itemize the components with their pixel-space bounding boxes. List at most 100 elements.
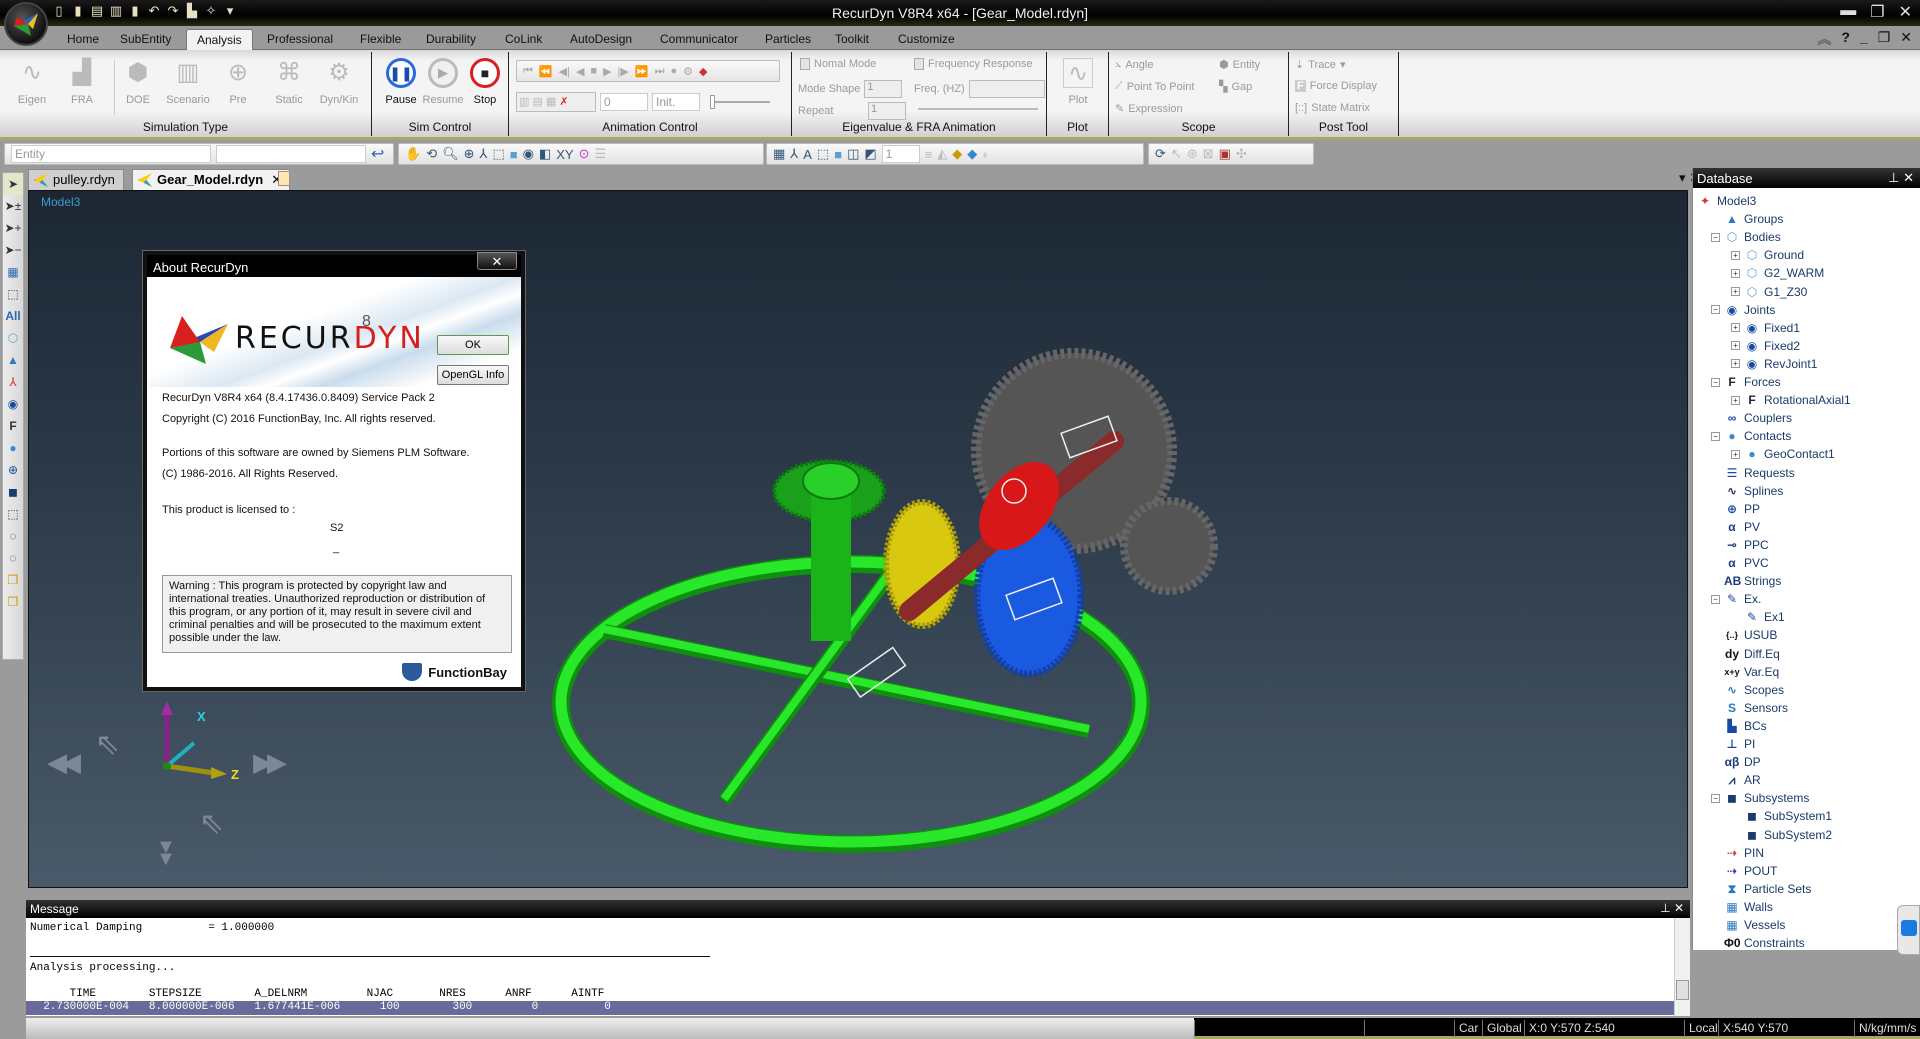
- tree-item[interactable]: ∿ Scopes: [1711, 681, 1784, 699]
- shaded-edges-icon[interactable]: ◫: [847, 146, 859, 162]
- circle-select-icon[interactable]: ◌: [3, 525, 23, 547]
- pan-icon[interactable]: ✋: [405, 146, 421, 162]
- tree-item[interactable]: − F Forces: [1711, 373, 1781, 391]
- grid-icon[interactable]: ▦: [773, 146, 785, 162]
- expand-icon[interactable]: +: [1731, 287, 1740, 296]
- settings-icon[interactable]: ✧: [204, 3, 218, 19]
- grid-select-icon[interactable]: ▦: [3, 261, 23, 283]
- all-filter-icon[interactable]: All: [3, 305, 23, 327]
- box-select-icon[interactable]: ⬚: [3, 283, 23, 305]
- tree-item[interactable]: − ⬡ Bodies: [1711, 228, 1781, 246]
- tree-item[interactable]: α PVC: [1711, 554, 1768, 572]
- trace-button[interactable]: ⇣ Trace ▾: [1295, 58, 1345, 72]
- tree-item[interactable]: + ◉ Fixed1: [1731, 319, 1800, 337]
- view-orient-icon[interactable]: ◧: [539, 146, 551, 162]
- frame-mode-input[interactable]: Init.: [652, 93, 700, 111]
- save-icon[interactable]: ▤: [90, 3, 104, 19]
- nav-up-left-icon[interactable]: ⇖: [95, 727, 120, 762]
- expand-icon[interactable]: +: [1731, 341, 1740, 351]
- layers-icon[interactable]: ❒: [3, 569, 23, 591]
- frame-tools[interactable]: ▥ ▤ ▦ ✗: [516, 92, 596, 112]
- tree-item[interactable]: − ● Contacts: [1711, 427, 1791, 445]
- contact-filter-icon[interactable]: ●: [3, 437, 23, 459]
- mdi-close-button[interactable]: ✕: [1900, 29, 1912, 49]
- scenario-button[interactable]: ▥ Scenario: [166, 58, 210, 106]
- rect-select-icon[interactable]: ⬚: [3, 503, 23, 525]
- tree-item[interactable]: ⊸ PPC: [1711, 536, 1769, 554]
- help-icon[interactable]: ?: [1841, 29, 1850, 49]
- tree-item[interactable]: − ◼ Subsystems: [1711, 789, 1809, 807]
- shaded-icon[interactable]: ■: [834, 147, 842, 162]
- view-box-icon[interactable]: ⬚: [492, 146, 504, 162]
- tab-autodesign[interactable]: AutoDesign: [560, 29, 642, 50]
- tree-item[interactable]: αβ DP: [1711, 753, 1761, 771]
- tree-item[interactable]: ✎ Ex1: [1731, 608, 1785, 626]
- freq-field[interactable]: Freq. (HZ): [914, 80, 1045, 98]
- tree-item[interactable]: Φ0 Constraints: [1711, 934, 1805, 952]
- collapse-icon[interactable]: −: [1711, 377, 1720, 387]
- last-frame-icon[interactable]: ⏭: [655, 65, 665, 78]
- tree-item[interactable]: ⊕ PP: [1711, 500, 1760, 518]
- message-scrollbar[interactable]: [1674, 918, 1690, 1016]
- tab-professional[interactable]: Professional: [257, 29, 343, 50]
- body-filter-icon[interactable]: ⬡: [3, 327, 23, 349]
- expression-button[interactable]: ✎ Expression: [1115, 102, 1183, 116]
- tree-item[interactable]: + ◉ RevJoint1: [1731, 355, 1817, 373]
- tree-item[interactable]: + ⬡ G1_Z30: [1731, 283, 1807, 301]
- rotate-icon[interactable]: ⟲: [426, 146, 437, 162]
- first-frame-icon[interactable]: ⏮: [523, 65, 533, 78]
- remote-support-widget[interactable]: [1897, 905, 1920, 955]
- tree-item[interactable]: {..} USUB: [1711, 626, 1777, 644]
- cube-icon[interactable]: ▣: [1219, 146, 1231, 162]
- stop-button[interactable]: ■ Stop: [463, 58, 507, 106]
- tree-item[interactable]: ▦ Walls: [1711, 898, 1773, 916]
- tree-item[interactable]: ⊥ PI: [1711, 735, 1756, 753]
- tab-communicator[interactable]: Communicator: [650, 29, 748, 50]
- mdi-minimize-button[interactable]: _: [1860, 29, 1868, 49]
- play-back-icon[interactable]: ◀: [576, 65, 584, 78]
- fit-icon[interactable]: ⊕: [464, 146, 475, 162]
- anim-settings-icon[interactable]: ⚙: [683, 65, 693, 78]
- tab-toolkit[interactable]: Toolkit: [825, 29, 879, 50]
- tree-item[interactable]: + ⬡ Ground: [1731, 246, 1804, 264]
- opengl-info-button[interactable]: OpenGL Info: [437, 365, 509, 385]
- pp-filter-icon[interactable]: ⊕: [3, 459, 23, 481]
- plot-button[interactable]: ∿ Plot: [1056, 58, 1100, 106]
- polygon-select-icon[interactable]: ◌: [3, 547, 23, 569]
- cone-icon[interactable]: ◭: [937, 146, 947, 162]
- expand-icon[interactable]: +: [1731, 359, 1740, 369]
- dialog-close-button[interactable]: ✕: [477, 252, 517, 270]
- apply-icon[interactable]: ↩: [371, 144, 384, 164]
- zoom-icon[interactable]: 🔍︎: [442, 146, 459, 162]
- play-icon[interactable]: ▶: [603, 65, 611, 78]
- tree-item[interactable]: ☰ Requests: [1711, 464, 1795, 482]
- select-plus-icon[interactable]: ➤+: [3, 217, 23, 239]
- refresh-icon[interactable]: ⟳: [1155, 146, 1166, 162]
- restore-button[interactable]: ❐: [1870, 2, 1884, 22]
- tree-item[interactable]: + ⬡ G2_WARM: [1731, 264, 1824, 282]
- marker-icon[interactable]: ⅄: [790, 146, 798, 162]
- tree-item[interactable]: + F RotationalAxial1: [1731, 391, 1851, 409]
- pause-button[interactable]: ❚❚ Pause: [379, 58, 423, 106]
- entity-name-input[interactable]: [216, 145, 366, 163]
- select-minus-icon[interactable]: ➤−: [3, 239, 23, 261]
- tree-item[interactable]: ◼ SubSystem2: [1731, 826, 1832, 844]
- entity-combo[interactable]: Entity: [11, 145, 211, 163]
- mdi-restore-button[interactable]: ❐: [1878, 29, 1891, 49]
- tree-item[interactable]: ◼ SubSystem1: [1731, 807, 1832, 825]
- list-icon[interactable]: ☰: [595, 146, 607, 162]
- frequency-response-check[interactable]: Frequency Response: [914, 58, 1033, 70]
- collapse-icon[interactable]: −: [1711, 305, 1720, 315]
- tab-durability[interactable]: Durability: [416, 29, 486, 50]
- resume-button[interactable]: ▶ Resume: [421, 58, 465, 106]
- collapse-icon[interactable]: −: [1711, 431, 1720, 441]
- anim-layers-icon[interactable]: ◆: [699, 65, 707, 78]
- step-forward-icon[interactable]: |▶: [618, 65, 629, 78]
- tree-item[interactable]: ⇢ POUT: [1711, 862, 1777, 880]
- mesh-icon[interactable]: ✣: [1236, 146, 1247, 162]
- nav-left-icon[interactable]: ◀◀: [47, 747, 81, 778]
- expand-icon[interactable]: +: [1731, 395, 1740, 405]
- xy-plane-icon[interactable]: XY: [556, 147, 573, 162]
- tab-customize[interactable]: Customize: [888, 29, 965, 50]
- select-add-icon[interactable]: ➤±: [3, 195, 23, 217]
